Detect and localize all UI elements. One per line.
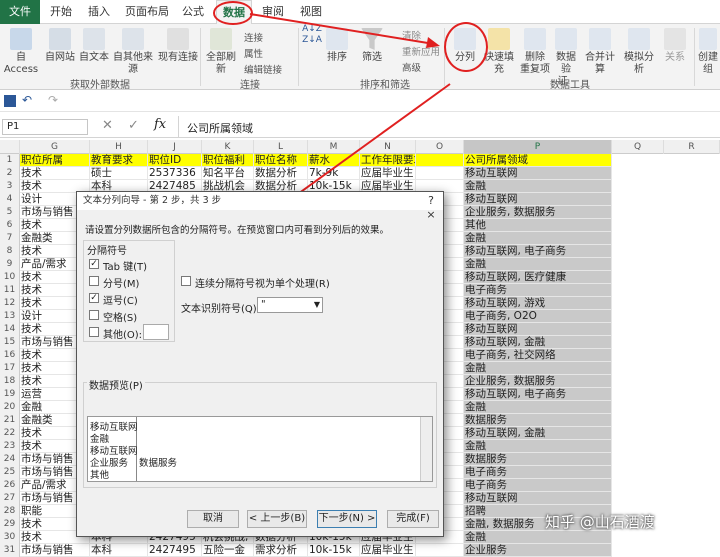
cancel-button[interactable]: 取消	[187, 510, 239, 528]
dialog-instruction: 请设置分列数据所包含的分隔符号。在预览窗口内可看到分列后的效果。	[85, 225, 390, 236]
chevron-down-icon: ▼	[313, 300, 320, 309]
semicolon-checkbox[interactable]	[89, 276, 99, 286]
delimiters-label: 分隔符号	[87, 246, 127, 257]
other-label: 其他(O):	[103, 330, 143, 341]
tab-checkbox[interactable]: ✓	[89, 259, 99, 269]
next-button[interactable]: 下一步(N) >	[317, 510, 377, 528]
preview-cell: 数据服务	[139, 458, 178, 469]
annotation-arrow-line	[249, 13, 435, 45]
semicolon-label: 分号(M)	[103, 279, 140, 290]
qualifier-label: 文本识别符号(Q):	[181, 304, 261, 315]
back-button[interactable]: < 上一步(B)	[247, 510, 307, 528]
other-checkbox[interactable]	[89, 327, 99, 337]
dialog-close-button[interactable]: ? ×	[423, 194, 439, 221]
watermark: 知乎 @山石酒渡	[545, 513, 655, 531]
space-label: 空格(S)	[103, 313, 138, 324]
preview-scrollbar[interactable]	[420, 417, 432, 481]
text-to-columns-dialog: 文本分列向导 - 第 2 步，共 3 步 ? × 请设置分列数据所包含的分隔符号…	[76, 191, 444, 537]
preview-cell: 其他	[90, 470, 110, 481]
finish-button[interactable]: 完成(F)	[387, 510, 439, 528]
qualifier-select[interactable]: " ▼	[257, 297, 323, 313]
space-checkbox[interactable]	[89, 310, 99, 320]
dialog-title: 文本分列向导 - 第 2 步，共 3 步	[77, 192, 443, 210]
other-delimiter-input[interactable]	[143, 324, 169, 340]
tab-label: Tab 键(T)	[103, 262, 148, 273]
consecutive-checkbox[interactable]	[181, 276, 191, 286]
comma-label: 逗号(C)	[103, 296, 138, 307]
comma-checkbox[interactable]: ✓	[89, 293, 99, 303]
preview-label: 数据预览(P)	[87, 377, 145, 392]
preview-table[interactable]: 移动互联网 金融 移动互联网 企业服务 数据服务 其他	[87, 416, 433, 482]
annotation-arrow-head	[426, 37, 440, 48]
consecutive-label: 连续分隔符号视为单个处理(R)	[195, 279, 330, 290]
